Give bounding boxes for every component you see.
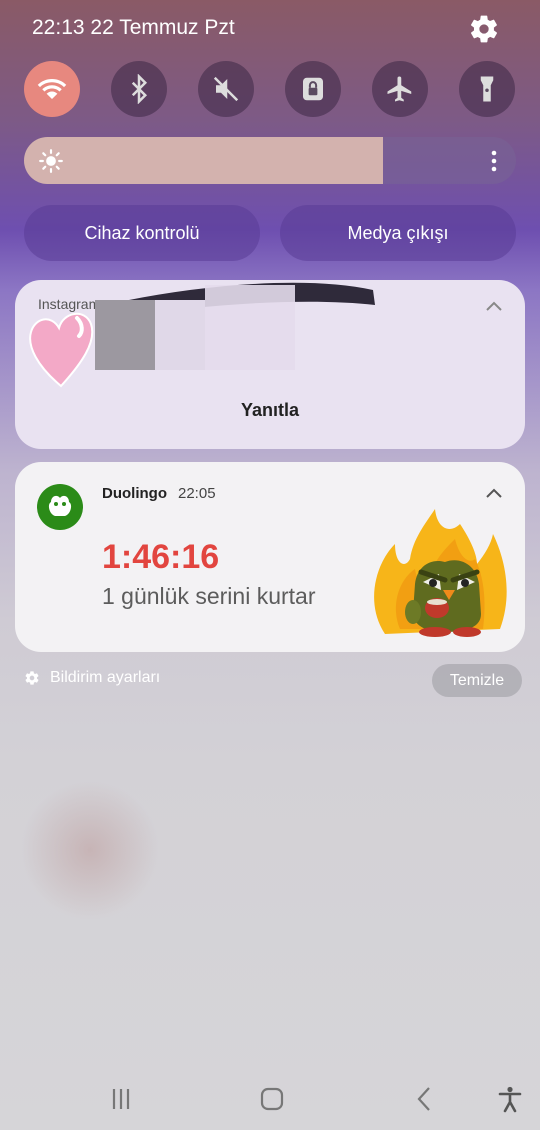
- status-time-date: 22:13 22 Temmuz Pzt: [32, 16, 235, 39]
- device-controls-button[interactable]: Cihaz kontrolü: [24, 205, 260, 261]
- back-button[interactable]: [408, 1082, 442, 1116]
- sun-icon: [39, 149, 63, 173]
- background-blur: [20, 780, 160, 920]
- quick-settings-row: [24, 61, 516, 117]
- gear-icon: [25, 671, 39, 685]
- lock-icon: [303, 77, 323, 101]
- duolingo-notification[interactable]: Duolingo 22:05 1:46:16 1 günlük serini k…: [15, 462, 525, 652]
- notification-settings-link[interactable]: Bildirim ayarları: [24, 669, 160, 687]
- redaction-scribble: [95, 282, 375, 370]
- bluetooth-toggle[interactable]: [111, 61, 167, 117]
- flashlight-icon: [480, 76, 494, 102]
- clear-all-button[interactable]: Temizle: [432, 664, 522, 697]
- sound-toggle[interactable]: [198, 61, 254, 117]
- wifi-toggle[interactable]: [24, 61, 80, 117]
- airplane-icon: [387, 76, 412, 102]
- bluetooth-icon: [131, 74, 148, 104]
- accessibility-icon: [498, 1086, 522, 1113]
- home-button[interactable]: [255, 1082, 289, 1116]
- gear-icon[interactable]: [468, 13, 500, 45]
- rotation-lock-toggle[interactable]: [285, 61, 341, 117]
- instagram-notification[interactable]: Instagram Yanıtla: [15, 280, 525, 449]
- recents-button[interactable]: [104, 1082, 138, 1116]
- duolingo-app-name: Duolingo: [102, 485, 167, 502]
- duolingo-logo: [37, 484, 83, 530]
- navigation-bar: [0, 1068, 540, 1130]
- flashlight-toggle[interactable]: [459, 61, 515, 117]
- media-output-label: Medya çıkışı: [347, 222, 449, 243]
- accessibility-button[interactable]: [493, 1082, 527, 1116]
- home-icon: [260, 1087, 284, 1111]
- notification-settings-label: Bildirim ayarları: [50, 669, 161, 686]
- wifi-icon: [37, 79, 67, 99]
- kebab-icon[interactable]: [490, 149, 498, 173]
- brightness-slider[interactable]: [24, 137, 516, 184]
- collapse-icon[interactable]: [485, 300, 503, 312]
- heart-sticker: [29, 313, 94, 388]
- recents-icon: [112, 1089, 130, 1109]
- collapse-icon[interactable]: [485, 487, 503, 499]
- duolingo-owl-fire-image: [374, 509, 507, 637]
- reply-button[interactable]: Yanıtla: [15, 400, 525, 421]
- mute-icon: [213, 76, 239, 102]
- duolingo-time: 22:05: [178, 485, 216, 502]
- media-output-button[interactable]: Medya çıkışı: [280, 205, 516, 261]
- brightness-level: [24, 137, 384, 184]
- airplane-toggle[interactable]: [372, 61, 428, 117]
- device-controls-label: Cihaz kontrolü: [84, 222, 200, 243]
- status-bar: 22:13 22 Temmuz Pzt: [0, 0, 540, 56]
- owl-icon: [48, 495, 72, 516]
- streak-timer: 1:46:16: [102, 538, 220, 576]
- streak-message: 1 günlük serini kurtar: [102, 583, 316, 609]
- back-icon: [417, 1087, 430, 1111]
